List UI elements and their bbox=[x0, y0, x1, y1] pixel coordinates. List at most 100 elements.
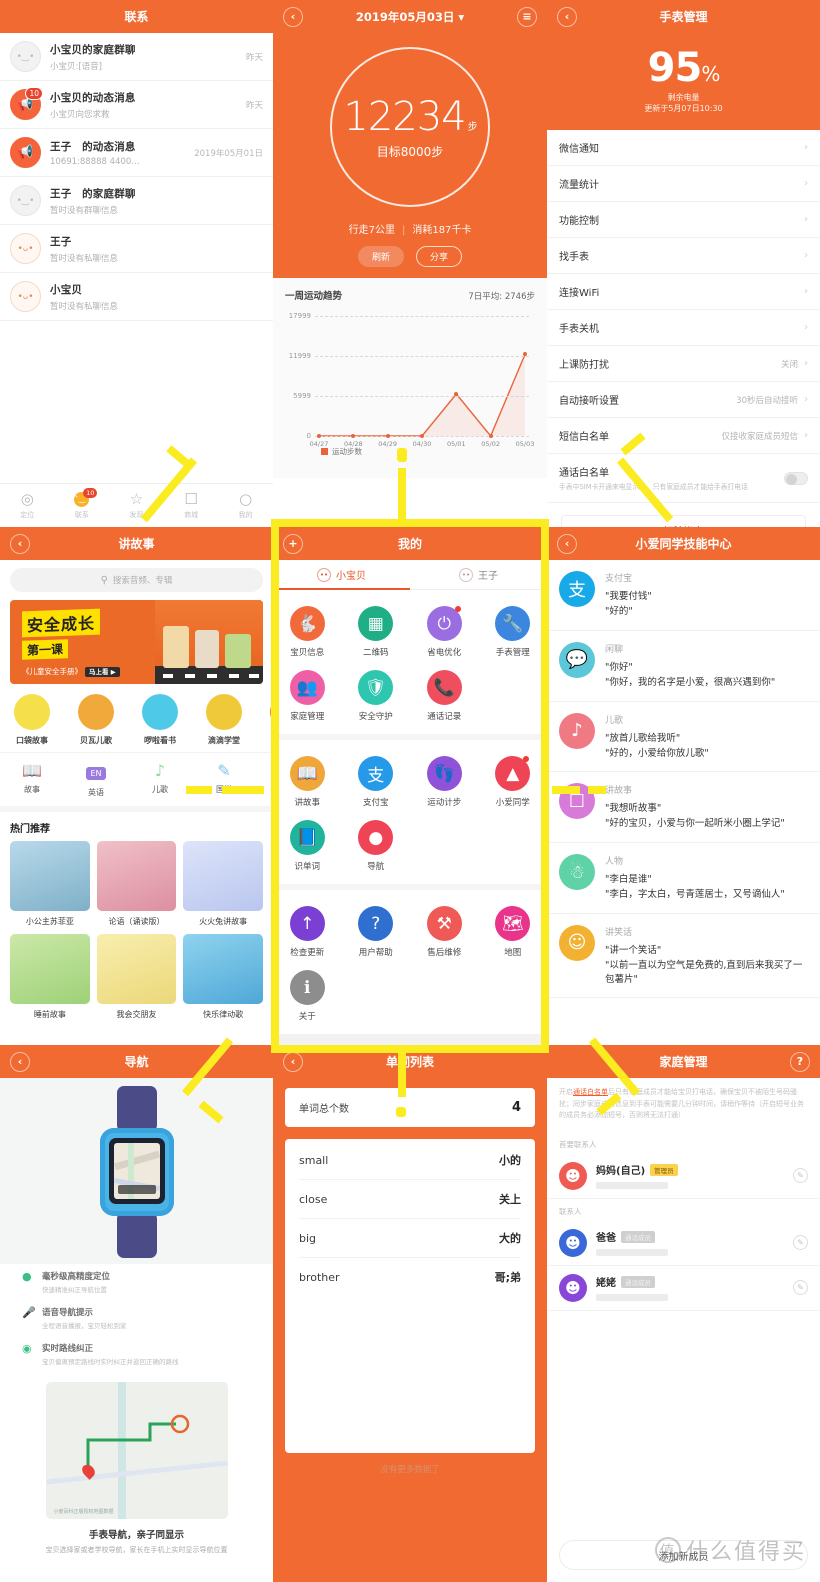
grid-spacer bbox=[410, 814, 479, 878]
grid-item-steps[interactable]: 👣 运动计步 bbox=[410, 750, 479, 814]
unbind-button[interactable]: 解除绑定 bbox=[561, 515, 806, 527]
setting-row[interactable]: 上课防打扰 关闭 › bbox=[547, 346, 820, 382]
grid-item-watch-mgmt[interactable]: 🔧 手表管理 bbox=[479, 600, 548, 664]
list-menu-icon[interactable]: ≡ bbox=[517, 6, 537, 27]
family-member-row[interactable]: ☻ 爸爸 通话成员 ✎ bbox=[547, 1221, 820, 1266]
list-item[interactable]: 📢 王子 的动态消息 10691:88888 4400… 2019年05月01日 bbox=[0, 129, 273, 177]
grid-item-story[interactable]: 📖 讲故事 bbox=[273, 750, 342, 814]
skill-item[interactable]: 💬 闲聊 "你好" "你好，我的名字是小爱，很高兴遇到你" bbox=[547, 631, 820, 702]
table-row[interactable]: close 关上 bbox=[299, 1180, 521, 1219]
list-item[interactable]: •‿• 王子 的家庭群聊 暂时没有群聊信息 bbox=[0, 177, 273, 225]
story-card[interactable]: 小公主苏菲亚 bbox=[10, 841, 90, 927]
grid-item-qr-code[interactable]: ▦ 二维码 bbox=[342, 600, 411, 664]
list-item[interactable]: 📢 10 小宝贝的动态消息 小宝贝向您求救 昨天 bbox=[0, 81, 273, 129]
family-member-row[interactable]: ☻ 妈妈(自己) 管理员 ✎ bbox=[547, 1154, 820, 1199]
pencil-icon[interactable]: ✎ bbox=[793, 1168, 808, 1184]
table-row[interactable]: brother 哥;弟 bbox=[299, 1258, 521, 1296]
notice-link[interactable]: 通话白名单 bbox=[573, 1088, 608, 1096]
setting-row[interactable]: 自动接听设置 30秒后自动接听 › bbox=[547, 382, 820, 418]
skill-item[interactable]: ♪ 儿歌 "放首儿歌给我听" "好的，小爱给你放儿歌" bbox=[547, 702, 820, 773]
skill-name: 人物 bbox=[605, 857, 624, 868]
pencil-icon[interactable]: ✎ bbox=[793, 1235, 808, 1251]
story-card[interactable]: 我会交朋友 bbox=[96, 934, 177, 1020]
list-item[interactable]: •ᴗ• 王子 暂时没有私聊信息 bbox=[0, 225, 273, 273]
tab-child-1[interactable]: •• 王子 bbox=[410, 560, 547, 589]
tab-discover[interactable]: ☆ 发现 bbox=[109, 491, 164, 520]
grid-item-baby-info[interactable]: 🐇 宝贝信息 bbox=[273, 600, 342, 664]
setting-row[interactable]: 找手表 › bbox=[547, 238, 820, 274]
list-item[interactable]: •ᴗ• 小宝贝 暂时没有私聊信息 bbox=[0, 273, 273, 321]
feature-item: ● 毫秒级高精度定位 快速精准纠正导航位置 bbox=[0, 1264, 273, 1300]
setting-value: 关闭 bbox=[780, 359, 798, 370]
grid-item-help[interactable]: ? 用户帮助 bbox=[342, 900, 411, 964]
grid-item-safety[interactable]: 🛡 安全守护 bbox=[342, 664, 411, 728]
tab-mine[interactable]: ○ 我的 bbox=[218, 491, 273, 520]
category-item[interactable]: 📖 故事 bbox=[0, 760, 64, 798]
grid-item-xiaoai[interactable]: ▲ 小爱同学 bbox=[479, 750, 548, 814]
chevron-left-icon[interactable]: ‹ bbox=[283, 6, 303, 27]
search-input[interactable]: ⚲ 搜索音频、专辑 bbox=[10, 568, 263, 592]
share-button[interactable]: 分享 bbox=[416, 246, 463, 267]
setting-row[interactable]: 功能控制 › bbox=[547, 202, 820, 238]
step-unit: 步 bbox=[467, 122, 478, 133]
grid-item-call-log[interactable]: 📞 通话记录 bbox=[410, 664, 479, 728]
setting-row[interactable]: 手表关机 › bbox=[547, 310, 820, 346]
member-phone-masked bbox=[596, 1249, 668, 1257]
chevron-left-icon[interactable]: ‹ bbox=[10, 533, 30, 554]
pencil-icon[interactable]: ✎ bbox=[793, 1280, 808, 1296]
banner-cta[interactable]: 马上看 ▶ bbox=[85, 667, 120, 677]
story-card[interactable]: 火火兔讲故事 bbox=[183, 841, 263, 927]
grid-item-check-update[interactable]: ↑ 检查更新 bbox=[273, 900, 342, 964]
grid-item-navigation[interactable]: ● 导航 bbox=[342, 814, 411, 878]
partner-item[interactable]: 婷婷 bbox=[256, 694, 273, 746]
setting-row[interactable]: 流量统计 › bbox=[547, 166, 820, 202]
category-item[interactable]: ● 亲子 bbox=[256, 760, 273, 798]
story-card[interactable]: 论语（诵读版） bbox=[96, 841, 177, 927]
call-whitelist-toggle[interactable] bbox=[784, 471, 808, 485]
skill-item[interactable]: ☃ 人物 "李白是谁" "李白，字太白，号青莲居士，又号谪仙人" bbox=[547, 843, 820, 914]
grid-item-repair[interactable]: ⚒ 售后维修 bbox=[410, 900, 479, 964]
grid-item-map[interactable]: 🗺 地图 bbox=[479, 900, 548, 964]
chevron-left-icon[interactable]: ‹ bbox=[10, 1051, 30, 1072]
grid-item-family-mgmt[interactable]: 👥 家庭管理 bbox=[273, 664, 342, 728]
tab-mall[interactable]: ☐ 商城 bbox=[164, 491, 219, 520]
refresh-button[interactable]: 刷新 bbox=[357, 246, 404, 267]
tab-contacts[interactable]: ^‿^ 10 联系 bbox=[55, 487, 110, 520]
category-item[interactable]: ✎ 国学 bbox=[192, 760, 256, 798]
story-card[interactable]: 睡前故事 bbox=[10, 934, 90, 1020]
chevron-left-icon[interactable]: ‹ bbox=[557, 533, 577, 554]
tab-location[interactable]: ◎ 定位 bbox=[0, 491, 55, 520]
table-row[interactable]: small 小的 bbox=[299, 1141, 521, 1180]
chevron-left-icon[interactable]: ‹ bbox=[557, 6, 577, 27]
table-row[interactable]: big 大的 bbox=[299, 1219, 521, 1258]
tab-child-0[interactable]: •• 小宝贝 bbox=[273, 560, 410, 590]
family-member-row[interactable]: ☻ 姥姥 通话成员 ✎ bbox=[547, 1266, 820, 1311]
setting-row[interactable]: 连接WiFi › bbox=[547, 274, 820, 310]
partner-item[interactable]: 贝瓦儿歌 bbox=[64, 694, 128, 746]
grid-label: 手表管理 bbox=[495, 648, 530, 658]
setting-row[interactable]: 短信白名单 仅接收家庭成员短信 › bbox=[547, 418, 820, 454]
category-item[interactable]: ♪ 儿歌 bbox=[128, 760, 192, 798]
setting-row[interactable]: 微信通知 › bbox=[547, 130, 820, 166]
skill-item[interactable]: ☐ 讲故事 "我想听故事" "好的宝贝，小爱与你一起听米小圈上学记" bbox=[547, 772, 820, 844]
grid-item-alipay[interactable]: 支支付宝 bbox=[342, 750, 411, 814]
call-whitelist-row[interactable]: 通话白名单 手表中SIM卡开通来电显示后，只有家庭成员才能给手表打电话 bbox=[547, 454, 820, 504]
chevron-right-icon: › bbox=[804, 394, 808, 405]
partner-item[interactable]: 啰啦看书 bbox=[128, 694, 192, 746]
list-item[interactable]: •‿• 小宝贝的家庭群聊 小宝贝:[语音] 昨天 bbox=[0, 33, 273, 81]
promo-banner[interactable]: 安全成长 第一课 《儿童安全手册》 马上看 ▶ bbox=[10, 600, 263, 684]
skill-item[interactable]: 支 支付宝 "我要付钱" "好的" bbox=[547, 560, 820, 631]
chevron-left-icon[interactable]: ‹ bbox=[283, 1051, 303, 1072]
grid-item-about[interactable]: ℹ 关于 bbox=[273, 964, 342, 1028]
feature-title: 毫秒级高精度定位 bbox=[42, 1272, 111, 1282]
skill-item[interactable]: ☺ 讲笑话 "讲一个笑话" "以前一直以为空气是免费的,直到后来我买了一包薯片" bbox=[547, 914, 820, 999]
question-circle-icon[interactable]: ? bbox=[790, 1051, 810, 1072]
story-card[interactable]: 快乐律动歌 bbox=[183, 934, 263, 1020]
grid-item-words[interactable]: 📘 识单词 bbox=[273, 814, 342, 878]
plus-circle-icon[interactable]: + bbox=[283, 533, 303, 554]
grid-item-power-save[interactable]: ⏻ 省电优化 bbox=[410, 600, 479, 664]
partner-item[interactable]: 口袋故事 bbox=[0, 694, 64, 746]
steps-date[interactable]: 2019年05月03日 ▾ bbox=[356, 9, 464, 25]
partner-item[interactable]: 滴滴学堂 bbox=[192, 694, 256, 746]
category-item[interactable]: EN 英语 bbox=[64, 760, 128, 798]
